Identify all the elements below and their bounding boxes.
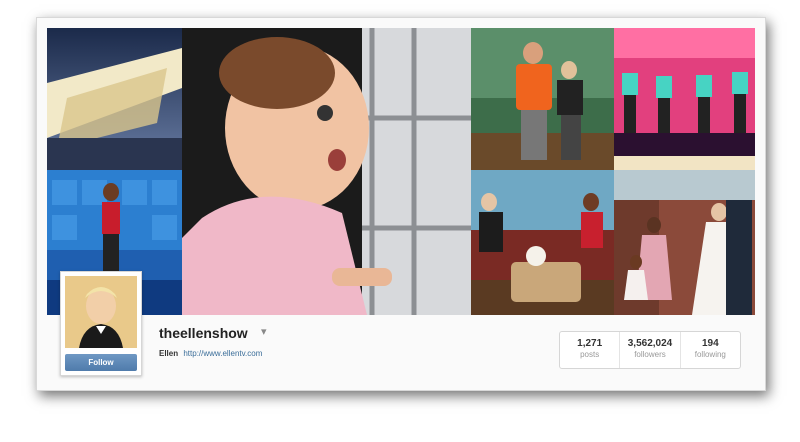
profile-card: Follow theellenshow ▾ Ellen http://www.e… — [36, 17, 766, 391]
profile-stats: 1,271 posts 3,562,024 followers 194 foll… — [559, 331, 741, 369]
photo-tile-stage-dancers[interactable] — [614, 28, 755, 170]
stat-followers[interactable]: 3,562,024 followers — [620, 332, 681, 368]
stat-label: posts — [580, 350, 600, 359]
photo-tile-ceiling[interactable] — [47, 28, 182, 170]
profile-username: theellenshow — [159, 325, 248, 341]
photo-tile-wedding[interactable] — [614, 170, 755, 315]
header-photo-collage — [47, 28, 755, 315]
avatar[interactable] — [65, 276, 137, 348]
stat-following[interactable]: 194 following — [681, 332, 740, 368]
profile-full-name: Ellen — [159, 349, 179, 358]
profile-website-link[interactable]: http://www.ellentv.com — [183, 349, 262, 358]
stat-posts[interactable]: 1,271 posts — [560, 332, 621, 368]
chevron-down-icon[interactable]: ▾ — [261, 325, 267, 338]
stat-label: following — [694, 350, 726, 359]
stat-value: 1,271 — [577, 338, 603, 349]
stat-value: 3,562,024 — [627, 338, 673, 349]
stat-value: 194 — [701, 338, 719, 349]
photo-tile-talk-show[interactable] — [471, 170, 614, 315]
profile-bio: Ellen http://www.ellentv.com — [159, 349, 262, 358]
stat-label: followers — [634, 350, 666, 359]
photo-tile-baby[interactable] — [182, 28, 471, 315]
profile-avatar-box: Follow — [60, 271, 142, 376]
photo-tile-football[interactable] — [471, 28, 614, 170]
follow-button[interactable]: Follow — [65, 354, 137, 371]
